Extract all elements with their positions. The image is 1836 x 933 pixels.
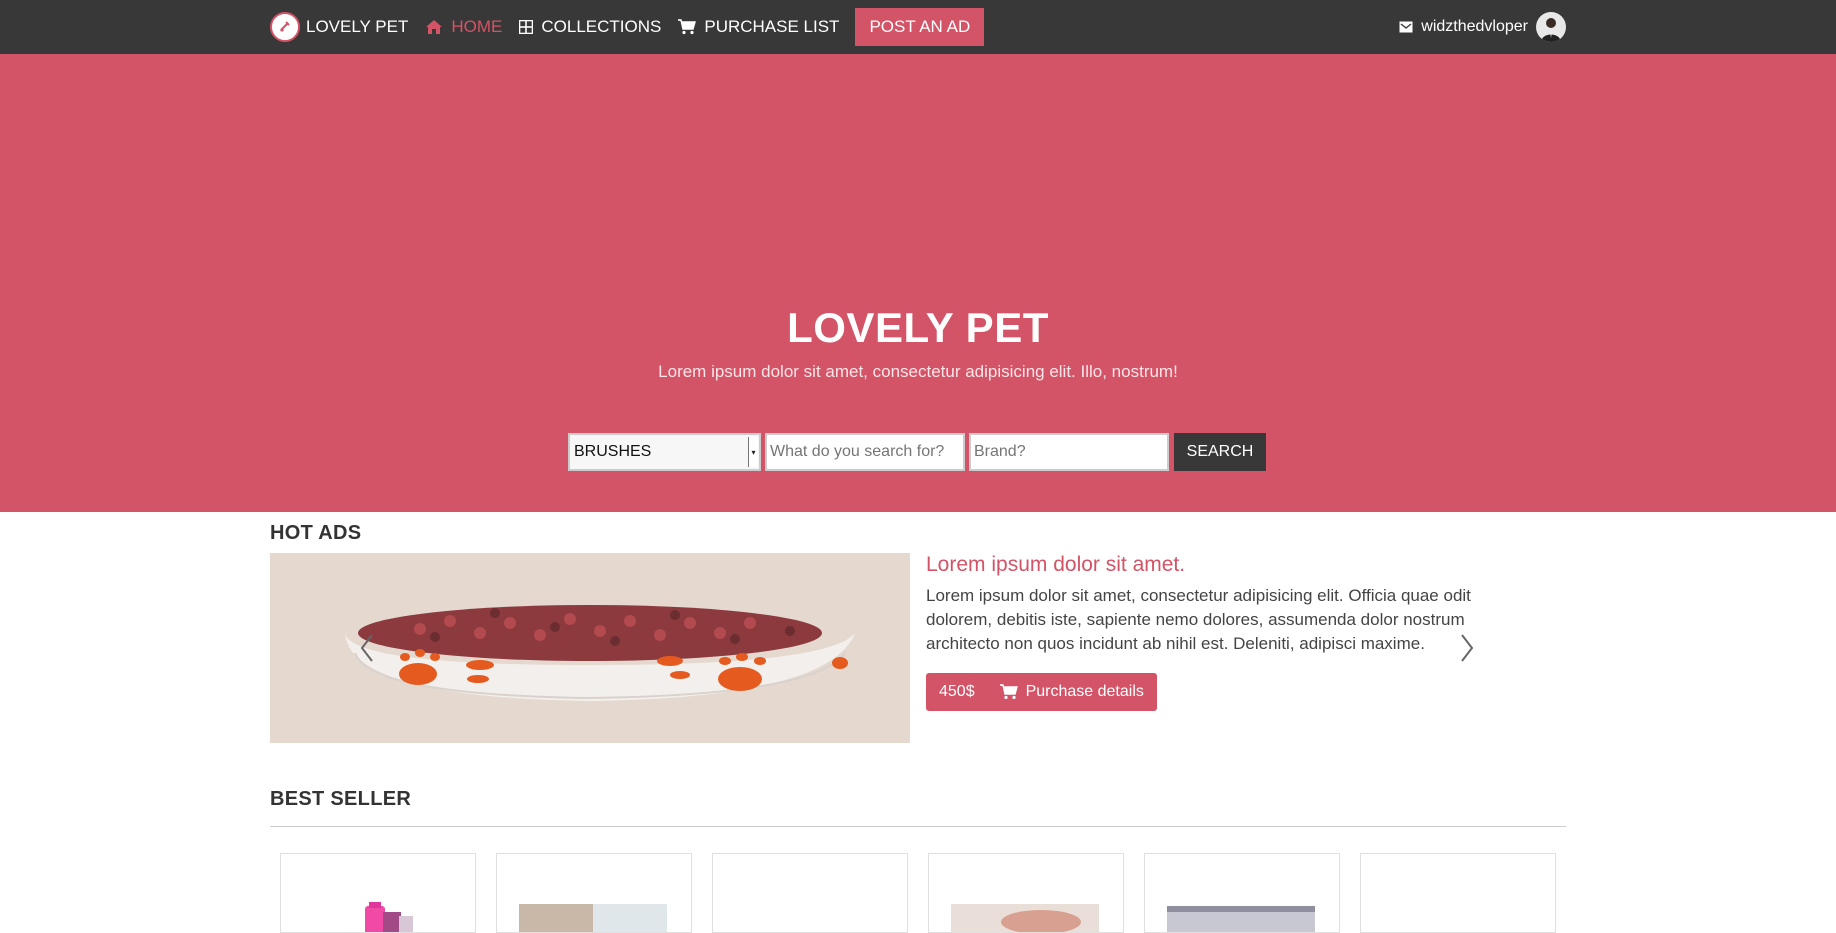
home-icon [426, 20, 443, 34]
user-menu[interactable]: widzthedvloper [1399, 0, 1566, 54]
cart-icon [999, 684, 1018, 700]
product-thumbnail [951, 904, 1099, 932]
price-label: 450$ [939, 683, 975, 700]
search-input-placeholder: What do you search for? [770, 443, 945, 460]
nav-left: LOVELY PET HOME COLLECTIONS PURCHASE LIS… [270, 0, 985, 54]
product-card[interactable] [928, 853, 1124, 933]
product-card[interactable] [1360, 853, 1556, 933]
chevron-left-icon [360, 634, 373, 662]
hero-banner: LOVELY PET Lorem ipsum dolor sit amet, c… [0, 54, 1836, 512]
product-card[interactable] [496, 853, 692, 933]
ad-description: Lorem ipsum dolor sit amet, consectetur … [926, 586, 1471, 653]
category-select-value: BRUSHES [574, 443, 652, 460]
hero-title: LOVELY PET [787, 304, 1049, 351]
product-card[interactable] [280, 853, 476, 933]
category-select[interactable]: BRUSHES ▾ [568, 433, 761, 471]
chevron-down-icon: ▾ [748, 437, 758, 467]
search-button[interactable]: SEARCH [1174, 433, 1266, 471]
nav-item-home-label: HOME [451, 17, 503, 36]
brand-label: LOVELY PET [306, 17, 409, 36]
envelope-icon [1399, 21, 1413, 33]
carousel-prev-button[interactable] [360, 633, 374, 668]
product-thumbnail [365, 902, 413, 932]
nav-item-home[interactable]: HOME [425, 17, 502, 37]
top-navbar: LOVELY PET HOME COLLECTIONS PURCHASE LIS… [0, 0, 1836, 54]
ad-title[interactable]: Lorem ipsum dolor sit amet. [926, 553, 1185, 577]
brand-link[interactable]: LOVELY PET [270, 12, 408, 42]
search-input[interactable]: What do you search for? [765, 433, 965, 471]
nav-item-purchase-list[interactable]: PURCHASE LIST [678, 17, 839, 37]
nav-item-purchase-list-label: PURCHASE LIST [704, 17, 840, 36]
section-divider [270, 826, 1566, 827]
product-thumbnail [519, 904, 667, 932]
hot-ads-heading: HOT ADS [270, 522, 362, 544]
brand-input[interactable]: Brand? [969, 433, 1169, 471]
best-seller-heading: BEST SELLER [270, 788, 412, 810]
brand-input-placeholder: Brand? [974, 443, 1026, 460]
product-card[interactable] [712, 853, 908, 933]
hero-subtitle: Lorem ipsum dolor sit amet, consectetur … [658, 362, 1178, 381]
brand-logo-icon [270, 12, 300, 42]
post-ad-button[interactable]: POST AN AD [855, 8, 985, 46]
product-thumbnail [1167, 906, 1315, 932]
best-seller-list [280, 853, 1576, 933]
avatar[interactable] [1536, 12, 1566, 42]
ad-action-group: 450$ Purchase details [926, 673, 1157, 711]
cart-icon [678, 19, 697, 35]
search-form: BRUSHES ▾ What do you search for? Brand?… [568, 433, 1266, 471]
grid-icon [519, 20, 534, 34]
product-card[interactable] [1144, 853, 1340, 933]
purchase-details-button[interactable]: Purchase details [988, 683, 1157, 701]
username-label: widzthedvloper [1421, 18, 1528, 35]
nav-item-collections[interactable]: COLLECTIONS [519, 17, 661, 37]
purchase-details-label: Purchase details [1025, 683, 1144, 700]
nav-item-collections-label: COLLECTIONS [541, 17, 662, 36]
